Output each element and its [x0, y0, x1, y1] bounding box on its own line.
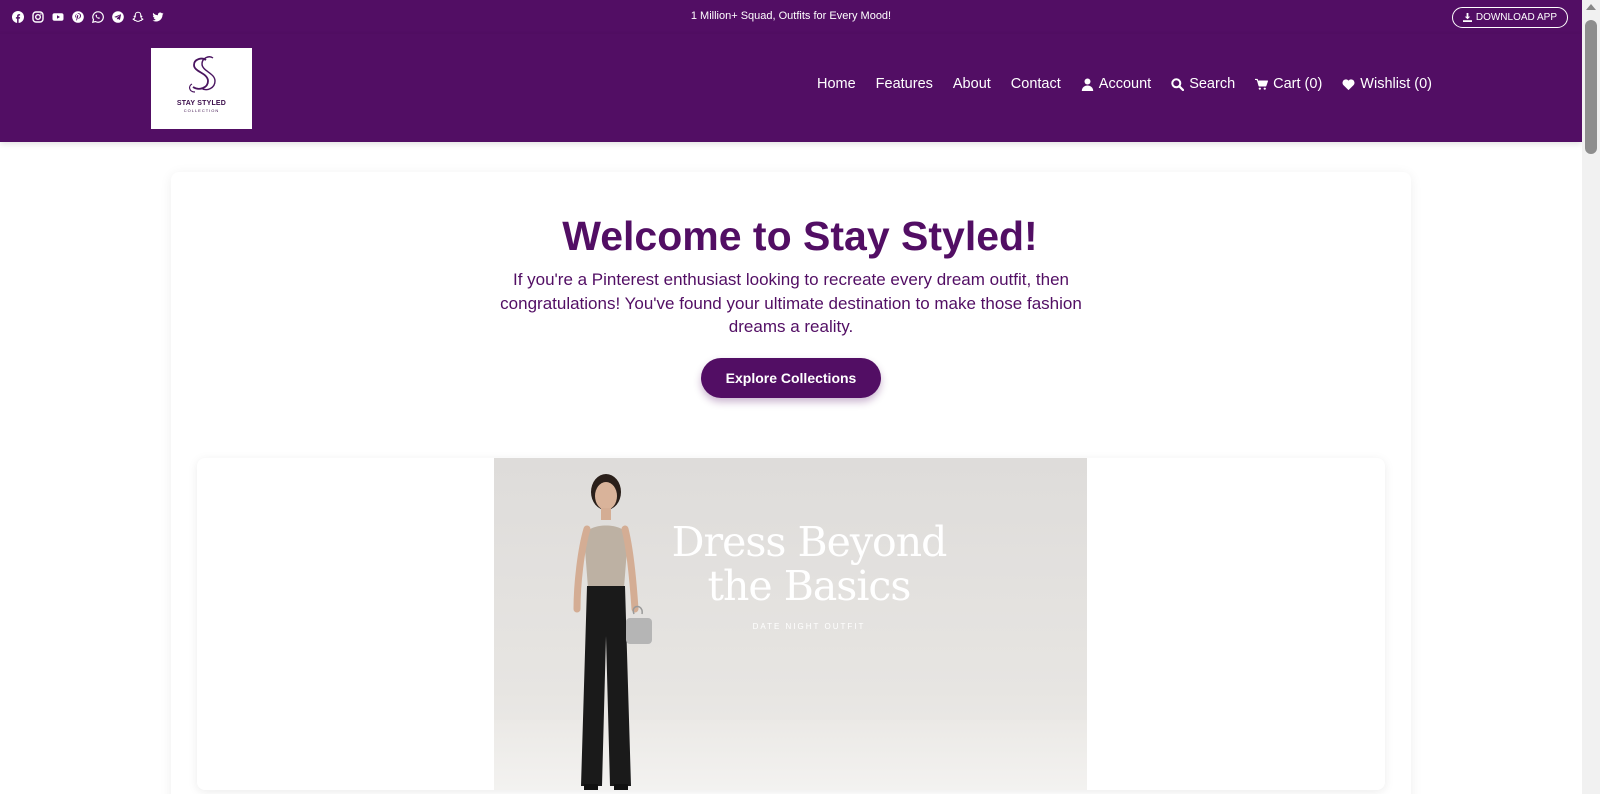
hero-title: Welcome to Stay Styled!: [562, 213, 1038, 259]
youtube-icon[interactable]: [52, 11, 64, 23]
logo-name: STAY STYLED: [176, 100, 227, 107]
banner-image[interactable]: Dress Beyond the Basics DATE NIGHT OUTFI…: [494, 458, 1087, 790]
banner-slider: Dress Beyond the Basics DATE NIGHT OUTFI…: [197, 458, 1385, 790]
heart-icon: [1342, 78, 1355, 90]
banner-subline: DATE NIGHT OUTFIT: [752, 622, 866, 631]
main-header: STAY STYLED COLLECTION Home Features Abo…: [0, 34, 1582, 142]
cart-icon: [1255, 78, 1269, 90]
snapchat-icon[interactable]: [132, 11, 144, 23]
nav-contact[interactable]: Contact: [1011, 76, 1061, 92]
user-icon: [1081, 78, 1093, 91]
nav-home[interactable]: Home: [817, 76, 856, 92]
nav-home-label: Home: [816, 76, 856, 92]
facebook-icon[interactable]: [12, 11, 24, 23]
logo-monogram: [188, 56, 216, 93]
banner-headline: Dress Beyond the Basics: [664, 520, 954, 608]
search-icon: [1171, 77, 1185, 91]
site-logo[interactable]: STAY STYLED COLLECTION: [151, 48, 252, 129]
scroll-up-arrow-icon[interactable]: [1586, 4, 1596, 10]
nav-contact-label: Contact: [1010, 76, 1061, 92]
nav-wishlist-label: Wishlist (0): [1360, 76, 1432, 92]
top-bar: 1 Million+ Squad, Outfits for Every Mood…: [0, 0, 1582, 34]
logo-subtitle: COLLECTION: [183, 108, 220, 113]
banner-headline-line1: Dress Beyond: [671, 518, 948, 566]
banner-headline-line2: the Basics: [707, 562, 912, 610]
nav-account[interactable]: Account: [1081, 76, 1151, 92]
pinterest-icon[interactable]: [72, 11, 84, 23]
download-app-button[interactable]: DOWNLOAD APP: [1451, 7, 1568, 28]
nav-about-label: About: [952, 76, 991, 92]
nav-account-label: Account: [1098, 76, 1152, 92]
nav-cart[interactable]: Cart (0): [1255, 76, 1322, 92]
whatsapp-icon[interactable]: [92, 11, 104, 23]
nav-search[interactable]: Search: [1171, 76, 1235, 92]
nav-about[interactable]: About: [953, 76, 991, 92]
twitter-icon[interactable]: [152, 11, 164, 23]
model-figure: [573, 474, 652, 790]
nav-wishlist[interactable]: Wishlist (0): [1342, 76, 1432, 92]
social-links: [0, 11, 164, 23]
announcement-text: 1 Million+ Squad, Outfits for Every Mood…: [690, 10, 892, 22]
nav-features[interactable]: Features: [876, 76, 933, 92]
nav-search-label: Search: [1189, 76, 1236, 92]
nav-features-label: Features: [875, 76, 933, 92]
download-app-label: DOWNLOAD APP: [1475, 12, 1557, 23]
page-scrollbar[interactable]: [1582, 0, 1600, 794]
explore-collections-button[interactable]: Explore Collections: [701, 358, 881, 398]
nav-cart-label: Cart (0): [1273, 76, 1323, 92]
download-icon: [1462, 13, 1472, 22]
hero-description: If you're a Pinterest enthusiast looking…: [500, 270, 1082, 336]
telegram-icon[interactable]: [112, 11, 124, 23]
scrollbar-thumb[interactable]: [1585, 20, 1597, 154]
main-nav: Home Features About Contact Account Sear…: [817, 76, 1432, 92]
instagram-icon[interactable]: [32, 11, 44, 23]
